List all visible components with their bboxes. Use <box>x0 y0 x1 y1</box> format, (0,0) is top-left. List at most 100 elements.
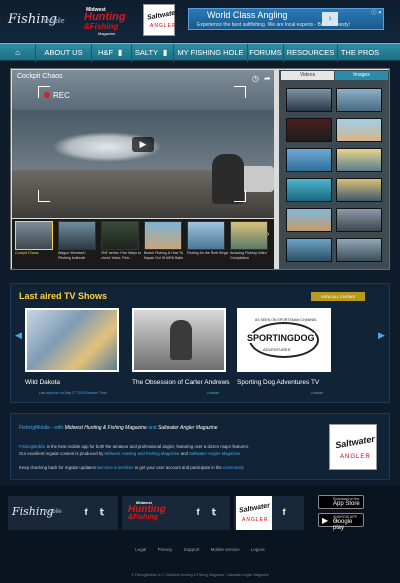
image-thumbnail[interactable] <box>286 208 332 232</box>
watch-later-icon[interactable]: ◷ <box>252 74 259 83</box>
saltwater-angler-logo[interactable]: Saltwater ANGLER <box>143 4 178 36</box>
nav-forums[interactable]: FORUMS <box>248 44 284 62</box>
nav-my-fishing-hole[interactable]: MY FISHING HOLE <box>174 44 248 62</box>
ad-title: World Class Angling <box>207 10 288 20</box>
privacy-link[interactable]: Privacy <box>158 547 173 552</box>
video-thumbnail[interactable] <box>58 221 96 250</box>
video-thumbnail[interactable] <box>101 221 139 250</box>
tab-images[interactable]: Images <box>335 71 388 80</box>
show-meta: Last episode on May 27 2015 Eastern Time <box>39 391 107 395</box>
ad-close-icon[interactable]: ⓘ ✕ <box>371 9 382 16</box>
ad-banner[interactable]: World Class Angling Experience the best … <box>188 8 384 30</box>
app-store-badge[interactable]: Download on the App Store <box>318 495 364 509</box>
nav-label: H&F <box>97 48 113 57</box>
chevron-right-icon[interactable]: › <box>267 231 269 238</box>
about-title-text: Midwest Hunting & Fishing Magazine <box>64 425 147 431</box>
show-card-wild-dakota[interactable] <box>25 308 119 372</box>
play-button[interactable]: ▶ <box>132 137 154 152</box>
facebook-icon[interactable]: f <box>80 506 92 518</box>
video-caption[interactable]: Fishing for the Reel Kings <box>187 251 229 256</box>
chevron-left-icon[interactable]: ◀ <box>15 330 22 341</box>
image-thumbnail[interactable] <box>286 88 332 112</box>
video-thumbnail[interactable] <box>187 221 225 250</box>
midwest-hunting-fishing-logo[interactable]: Midwest Hunting &Fishing Magazine <box>84 7 138 36</box>
video-caption[interactable]: Beach Fishing & How To Kayak Out SHARK B… <box>144 251 186 260</box>
image-thumbnail[interactable] <box>286 178 332 202</box>
logout-link[interactable]: Logout <box>251 547 265 552</box>
share-icon[interactable]: ➦ <box>264 74 271 83</box>
saltwater-angler-logo[interactable]: Saltwater ANGLER <box>236 496 272 530</box>
video-caption[interactable]: 2NF series: Five Ways to check Yotes: Fi… <box>101 251 143 260</box>
become-member-link[interactable]: Become a member <box>97 465 133 470</box>
nav-about-us[interactable]: ABOUT US <box>36 44 92 62</box>
legal-link[interactable]: Legal <box>135 547 146 552</box>
video-title[interactable]: Cockpit Chaos <box>17 73 63 80</box>
about-text: is the best mobile app for both the amat… <box>46 444 250 449</box>
nav-resources[interactable]: RESOURCES <box>284 44 338 62</box>
view-all-shows-button[interactable]: VIEW ALL SHOWS <box>311 292 365 301</box>
rec-label: REC <box>53 91 70 100</box>
facebook-icon[interactable]: f <box>192 506 204 518</box>
show-name[interactable]: Sporting Dog Adventures TV <box>237 379 319 386</box>
image-thumbnail[interactable] <box>286 148 332 172</box>
image-thumbnail[interactable] <box>336 208 382 232</box>
community-link[interactable]: community <box>223 465 244 470</box>
video-caption[interactable]: Wagon Wrecked ! Pitching bullreds! <box>58 251 100 260</box>
nav-hf[interactable]: H&F ▮ <box>92 44 132 62</box>
about-line: Our excellent regular content is produce… <box>19 451 240 456</box>
video-thumbnail[interactable] <box>15 221 53 250</box>
video-thumbnail[interactable] <box>230 221 268 250</box>
about-title: FishingMobile - with Midwest Hunting & F… <box>19 425 218 431</box>
badge-text: Google play <box>333 519 353 531</box>
image-thumbnail[interactable] <box>336 88 382 112</box>
show-name[interactable]: Wild Dakota <box>25 379 60 386</box>
show-logo-text: AS SEEN ON SPORTSMAN CHANNEL <box>255 318 318 322</box>
mobile-version-link[interactable]: Mobile version <box>211 547 240 552</box>
support-link[interactable]: Support <box>184 547 200 552</box>
logo-text: ANGLER <box>242 517 269 523</box>
google-play-badge[interactable]: ▶ ANDROID APP ON Google play <box>318 513 364 531</box>
logo-text: Magazine <box>98 31 116 36</box>
logo-text: Saltwater <box>238 502 271 515</box>
footer-brand-swa: Saltwater ANGLER f <box>234 496 304 530</box>
section-title: Last aired TV Shows <box>19 291 108 301</box>
show-name[interactable]: The Obsession of Carter Andrews <box>132 379 230 386</box>
chevron-right-icon[interactable]: ▶ <box>378 330 385 341</box>
nav-salty[interactable]: SALTY ▮ <box>132 44 174 62</box>
nav-home[interactable]: ⌂ <box>0 44 36 62</box>
image-thumbnail[interactable] <box>336 238 382 262</box>
image-thumbnail[interactable] <box>336 118 382 142</box>
about-title-text: FishingMobile - with <box>19 425 64 431</box>
tab-videos[interactable]: Videos <box>281 71 334 80</box>
image-thumbnail[interactable] <box>336 148 382 172</box>
image-thumbnail[interactable] <box>286 118 332 142</box>
video-caption[interactable]: Cockpit Chaos <box>15 251 57 256</box>
mhf-link[interactable]: Midwest Hunting and Fishing Magazine <box>105 451 180 456</box>
show-card-sporting-dog[interactable]: AS SEEN ON SPORTSMAN CHANNEL SPORTINGDOG… <box>237 308 331 372</box>
viewfinder-corner <box>234 86 246 98</box>
image-thumbnail[interactable] <box>336 178 382 202</box>
nav-the-pros[interactable]: THE PROS <box>338 44 382 62</box>
show-card-carter-andrews[interactable] <box>132 308 226 372</box>
chevron-right-icon[interactable]: › <box>322 12 338 26</box>
about-text: and <box>180 451 188 456</box>
nav-label: SALTY <box>134 48 158 57</box>
twitter-icon[interactable]: 𝕥 <box>96 506 108 518</box>
logo-text[interactable]: mobile <box>44 509 62 515</box>
facebook-icon[interactable]: f <box>278 506 290 518</box>
swa-link[interactable]: Saltwater Angler Magazine <box>189 451 240 456</box>
twitter-icon[interactable]: 𝕥 <box>208 506 220 518</box>
footer-brand-fishingmobile: Fishing mobile f 𝕥 <box>8 496 118 530</box>
video-thumbnail[interactable] <box>144 221 182 250</box>
fishingmobile-link[interactable]: FishingMobile <box>19 444 46 449</box>
video-player[interactable]: Cockpit Chaos ◷ ➦ REC ▶ <box>12 70 274 218</box>
footer-links: Legal Privacy Support Mobile version Log… <box>0 547 400 552</box>
saltwater-angler-logo[interactable]: Saltwater ANGLER <box>329 424 377 470</box>
about-text: to get your user account and participate… <box>134 465 222 470</box>
fishingmobile-logo[interactable]: Fishing mobile <box>8 6 78 36</box>
viewfinder-corner <box>38 86 50 98</box>
video-caption[interactable]: Amazing Fishing Video Compilation <box>230 251 272 260</box>
logo-text[interactable]: &Fishing <box>128 514 158 521</box>
show-image: AS SEEN ON SPORTSMAN CHANNEL SPORTINGDOG… <box>239 310 329 370</box>
image-thumbnail[interactable] <box>286 238 332 262</box>
